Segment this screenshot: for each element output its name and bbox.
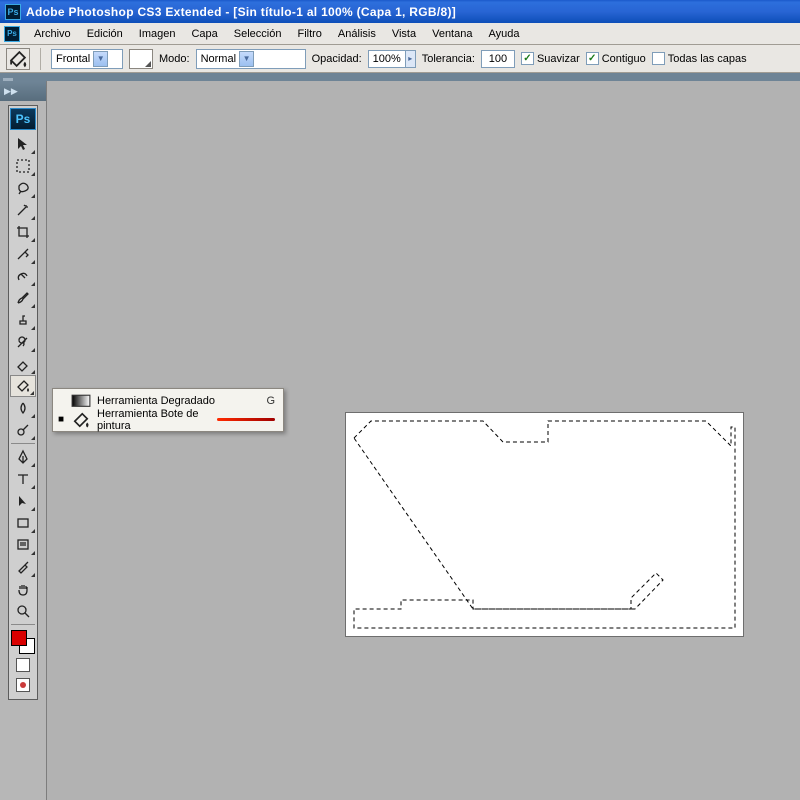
dodge-tool[interactable] xyxy=(10,419,36,441)
workspace xyxy=(47,81,800,800)
path-selection-tool[interactable] xyxy=(10,490,36,512)
history-brush-tool[interactable] xyxy=(10,331,36,353)
checkbox-icon: ✓ xyxy=(521,52,534,65)
flyout-item-paint-bucket[interactable]: ■ Herramienta Bote de pintura xyxy=(53,410,283,429)
blend-mode-value: Normal xyxy=(201,53,236,65)
eyedropper-tool[interactable] xyxy=(10,556,36,578)
dropdown-arrow-icon: ▼ xyxy=(239,51,254,67)
zoom-tool[interactable] xyxy=(10,600,36,622)
tool-flyout-menu: Herramienta Degradado G ■ Herramienta Bo… xyxy=(52,388,284,432)
menu-edicion[interactable]: Edición xyxy=(79,25,131,43)
paint-bucket-icon xyxy=(71,412,91,428)
menu-bar: Ps Archivo Edición Imagen Capa Selección… xyxy=(0,23,800,45)
paint-bucket-tool[interactable] xyxy=(10,375,36,397)
notes-tool[interactable] xyxy=(10,534,36,556)
blur-tool[interactable] xyxy=(10,397,36,419)
healing-brush-tool[interactable] xyxy=(10,265,36,287)
tolerance-field[interactable]: 100 xyxy=(481,50,515,68)
magic-wand-tool[interactable] xyxy=(10,199,36,221)
color-picker[interactable] xyxy=(10,629,36,655)
active-tool-preset[interactable] xyxy=(6,48,30,70)
all-layers-label: Todas las capas xyxy=(668,53,747,65)
crop-tool[interactable] xyxy=(10,221,36,243)
menu-analisis[interactable]: Análisis xyxy=(330,25,384,43)
photoshop-logo-icon: Ps xyxy=(10,108,36,130)
window-title: Adobe Photoshop CS3 Extended - [Sin títu… xyxy=(26,5,456,19)
window-titlebar: Ps Adobe Photoshop CS3 Extended - [Sin t… xyxy=(0,0,800,23)
quick-mask-toggle[interactable] xyxy=(10,655,36,675)
opacity-field[interactable]: 100% ▸ xyxy=(368,50,416,68)
opacity-value[interactable]: 100% xyxy=(368,50,406,68)
panel-tab-strip xyxy=(0,73,800,81)
fill-source-dropdown[interactable]: Frontal ▼ xyxy=(51,49,123,69)
shape-tool[interactable] xyxy=(10,512,36,534)
tolerance-label: Tolerancia: xyxy=(422,53,475,65)
checkbox-icon: ✓ xyxy=(586,52,599,65)
checkbox-icon xyxy=(652,52,665,65)
tool-divider xyxy=(11,443,35,444)
gradient-icon xyxy=(71,393,91,409)
chevron-right-icon: ▶▶ xyxy=(4,86,18,97)
system-menu-icon[interactable]: Ps xyxy=(4,26,20,42)
document-canvas[interactable] xyxy=(346,413,743,636)
screen-mode-toggle[interactable] xyxy=(10,675,36,695)
menu-archivo[interactable]: Archivo xyxy=(26,25,79,43)
clone-stamp-tool[interactable] xyxy=(10,309,36,331)
menu-vista[interactable]: Vista xyxy=(384,25,424,43)
active-indicator: ■ xyxy=(57,414,65,425)
screen-mode-icon xyxy=(16,678,30,692)
separator xyxy=(40,48,41,70)
flyout-item-shortcut: G xyxy=(266,395,275,407)
toolbox-panel: Ps xyxy=(8,105,38,700)
antialias-label: Suavizar xyxy=(537,53,580,65)
move-tool[interactable] xyxy=(10,133,36,155)
dropdown-arrow-icon: ▼ xyxy=(93,51,108,67)
antialias-checkbox[interactable]: ✓ Suavizar xyxy=(521,52,580,65)
contiguous-checkbox[interactable]: ✓ Contiguo xyxy=(586,52,646,65)
blend-mode-dropdown[interactable]: Normal ▼ xyxy=(196,49,306,69)
options-bar: Frontal ▼ Modo: Normal ▼ Opacidad: 100% … xyxy=(0,45,800,73)
annotation-arrow xyxy=(217,418,275,421)
menu-capa[interactable]: Capa xyxy=(183,25,225,43)
slice-tool[interactable] xyxy=(10,243,36,265)
app-icon: Ps xyxy=(5,4,21,20)
marching-ants-selection xyxy=(353,420,736,629)
menu-ventana[interactable]: Ventana xyxy=(424,25,480,43)
foreground-color-swatch[interactable] xyxy=(11,630,27,646)
pen-tool[interactable] xyxy=(10,446,36,468)
marquee-tool[interactable] xyxy=(10,155,36,177)
paint-bucket-icon xyxy=(7,48,29,70)
pattern-swatch[interactable] xyxy=(129,49,153,69)
left-dock: ▶▶ Ps xyxy=(0,81,47,800)
menu-filtro[interactable]: Filtro xyxy=(289,25,329,43)
hand-tool[interactable] xyxy=(10,578,36,600)
menu-seleccion[interactable]: Selección xyxy=(226,25,290,43)
fill-source-value: Frontal xyxy=(56,53,90,65)
opacity-stepper[interactable]: ▸ xyxy=(406,50,416,68)
menu-ayuda[interactable]: Ayuda xyxy=(480,25,527,43)
standard-mode-icon xyxy=(16,658,30,672)
brush-tool[interactable] xyxy=(10,287,36,309)
flyout-item-label: Herramienta Degradado xyxy=(97,395,260,407)
eraser-tool[interactable] xyxy=(10,353,36,375)
flyout-item-label: Herramienta Bote de pintura xyxy=(97,408,213,432)
mode-label: Modo: xyxy=(159,53,190,65)
dock-header[interactable]: ▶▶ xyxy=(0,81,46,101)
type-tool[interactable] xyxy=(10,468,36,490)
contiguous-label: Contiguo xyxy=(602,53,646,65)
menu-imagen[interactable]: Imagen xyxy=(131,25,184,43)
tool-divider xyxy=(11,624,35,625)
opacity-label: Opacidad: xyxy=(312,53,362,65)
all-layers-checkbox[interactable]: Todas las capas xyxy=(652,52,747,65)
lasso-tool[interactable] xyxy=(10,177,36,199)
